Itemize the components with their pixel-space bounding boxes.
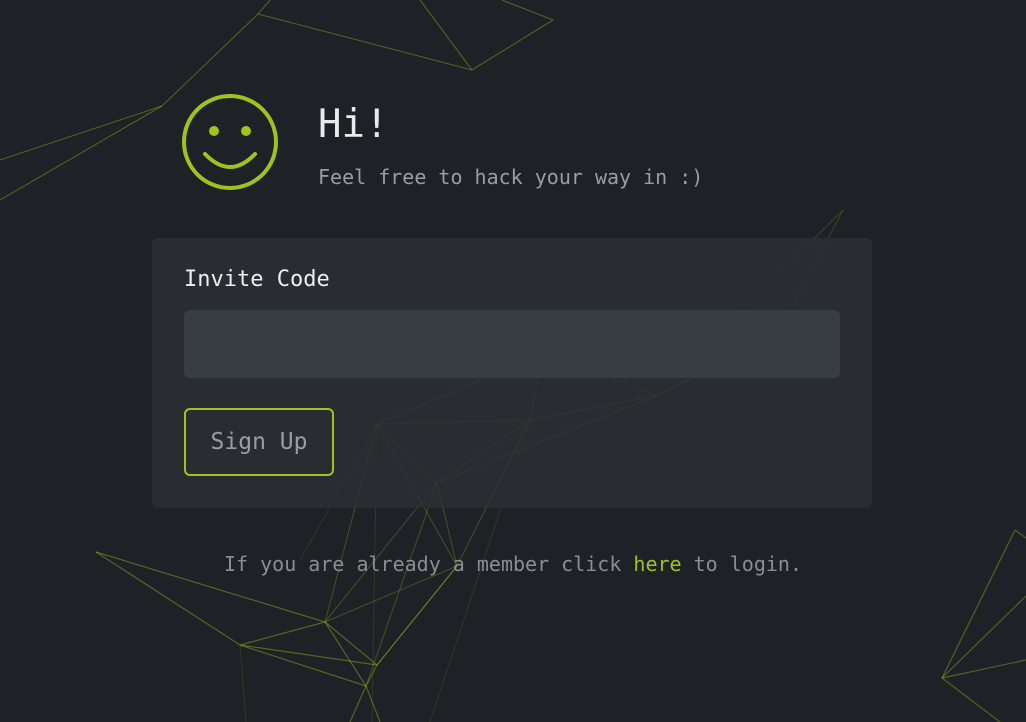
smiley-icon (182, 94, 278, 190)
page-title: Hi! (318, 102, 389, 147)
invite-code-input[interactable] (184, 310, 840, 378)
subtitle: Feel free to hack your way in :) (318, 165, 704, 189)
login-link[interactable]: here (633, 552, 681, 576)
invite-code-label: Invite Code (184, 267, 330, 292)
invite-form-card: Invite Code Sign Up (152, 238, 872, 508)
login-prompt-suffix: to login. (681, 552, 802, 576)
login-prompt-prefix: If you are already a member click (224, 552, 634, 576)
login-prompt: If you are already a member click here t… (0, 550, 1026, 578)
sign-up-button[interactable]: Sign Up (184, 408, 334, 476)
